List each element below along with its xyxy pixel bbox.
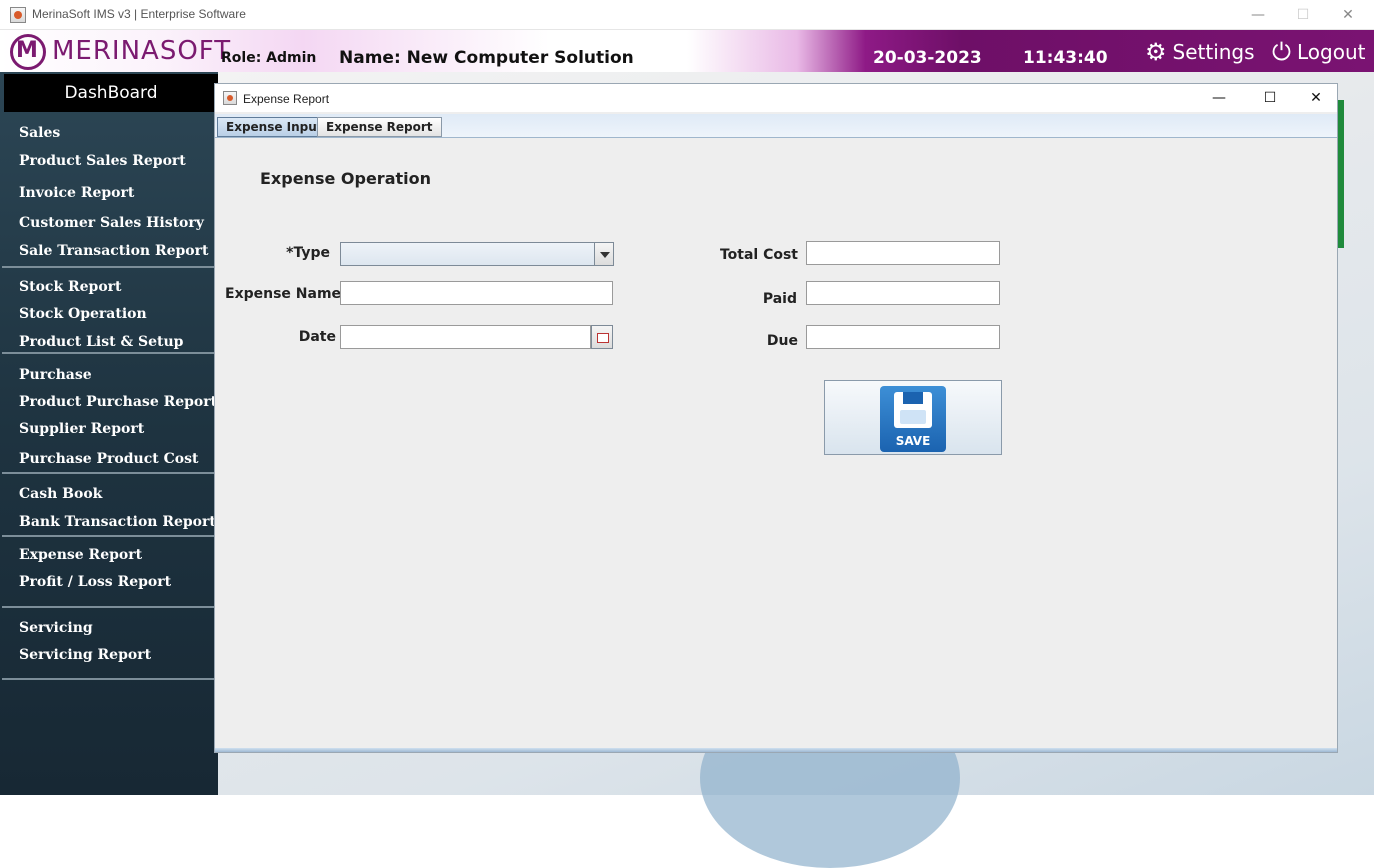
sidebar-divider	[2, 535, 214, 537]
close-button[interactable]: ✕	[1337, 4, 1359, 26]
window-titlebar: MerinaSoft IMS v3 | Enterprise Software …	[0, 0, 1374, 30]
paid-input[interactable]	[806, 281, 1000, 305]
sidebar-item-cash-book[interactable]: Cash Book	[19, 486, 102, 502]
sidebar-divider	[2, 678, 214, 680]
floppy-disk-icon: SAVE	[880, 386, 946, 452]
window-title: MerinaSoft IMS v3 | Enterprise Software	[32, 7, 246, 21]
app-header: MERINASOFT Role: Admin Name: New Compute…	[0, 30, 1374, 72]
due-input[interactable]	[806, 325, 1000, 349]
sidebar-item-sale-transaction-report[interactable]: Sale Transaction Report	[19, 243, 208, 259]
brand-name: MERINASOFT	[52, 36, 232, 66]
sidebar: DashBoard Sales Product Sales Report Inv…	[0, 72, 218, 795]
chevron-down-icon[interactable]	[594, 243, 613, 265]
tab-bar: Expense Input Expense Report	[215, 114, 1337, 138]
sidebar-divider	[2, 266, 214, 268]
sidebar-item-supplier-report[interactable]: Supplier Report	[19, 421, 144, 437]
type-select[interactable]	[340, 242, 614, 266]
sidebar-item-bank-transaction-report[interactable]: Bank Transaction Report	[19, 514, 216, 530]
sidebar-item-product-list-setup[interactable]: Product List & Setup	[19, 334, 183, 350]
date-label: Date	[298, 329, 336, 345]
app-icon	[10, 7, 26, 23]
user-name: Name: New Computer Solution	[339, 48, 634, 68]
gear-icon: ⚙	[1145, 38, 1167, 66]
sidebar-item-profit-loss-report[interactable]: Profit / Loss Report	[19, 574, 171, 590]
expense-report-titlebar: Expense Report — ☐ ✕	[215, 84, 1337, 112]
sidebar-item-invoice-report[interactable]: Invoice Report	[19, 185, 134, 201]
total-cost-input[interactable]	[806, 241, 1000, 265]
settings-label: Settings	[1172, 40, 1255, 64]
sidebar-item-sales[interactable]: Sales	[19, 125, 60, 141]
expense-report-title: Expense Report	[243, 92, 330, 106]
user-role: Role: Admin	[221, 50, 317, 66]
sidebar-item-stock-report[interactable]: Stock Report	[19, 279, 122, 295]
section-title: Expense Operation	[260, 169, 431, 188]
sidebar-item-product-purchase-report[interactable]: Product Purchase Report	[19, 394, 217, 410]
current-time: 11:43:40	[1023, 48, 1108, 68]
sidebar-item-expense-report[interactable]: Expense Report	[19, 547, 142, 563]
logout-button[interactable]: ⏻ Logout	[1272, 38, 1365, 66]
settings-button[interactable]: ⚙ Settings	[1145, 38, 1255, 66]
dialog-maximize-button[interactable]: ☐	[1258, 87, 1282, 109]
expense-name-input[interactable]	[340, 281, 613, 305]
save-button[interactable]: SAVE	[824, 380, 1002, 455]
sidebar-item-product-sales-report[interactable]: Product Sales Report	[19, 153, 186, 169]
expense-report-window: Expense Report — ☐ ✕ Expense Input Expen…	[214, 83, 1338, 753]
brand-logo-icon	[10, 34, 46, 70]
frame-bottom-border	[215, 748, 1337, 752]
sidebar-item-servicing-report[interactable]: Servicing Report	[19, 647, 151, 663]
dialog-minimize-button[interactable]: —	[1207, 87, 1231, 109]
total-cost-label: Total Cost	[719, 247, 798, 263]
sidebar-divider	[2, 606, 214, 608]
power-icon: ⏻	[1272, 38, 1291, 66]
app-icon	[223, 91, 237, 105]
logout-label: Logout	[1296, 40, 1366, 64]
expense-name-label: Expense Name	[225, 286, 342, 302]
minimize-button[interactable]: —	[1247, 4, 1269, 26]
paid-label: Paid	[762, 291, 797, 307]
current-date: 20-03-2023	[873, 48, 982, 68]
date-input[interactable]	[340, 325, 591, 349]
sidebar-item-purchase-product-cost[interactable]: Purchase Product Cost	[19, 451, 198, 467]
sidebar-item-customer-sales-history[interactable]: Customer Sales History	[19, 215, 204, 231]
type-label: *Type	[286, 245, 330, 261]
tab-expense-input[interactable]: Expense Input	[217, 117, 332, 137]
sidebar-divider	[2, 352, 214, 354]
sidebar-item-stock-operation[interactable]: Stock Operation	[19, 306, 147, 322]
save-label: SAVE	[895, 434, 931, 448]
dialog-close-button[interactable]: ✕	[1304, 87, 1328, 109]
due-label: Due	[766, 333, 798, 349]
sidebar-divider	[2, 472, 214, 474]
sidebar-item-purchase[interactable]: Purchase	[19, 367, 92, 383]
tab-expense-report[interactable]: Expense Report	[317, 117, 442, 137]
dashboard-button[interactable]: DashBoard	[4, 74, 218, 112]
calendar-icon[interactable]	[591, 325, 613, 349]
maximize-button[interactable]: ☐	[1292, 4, 1314, 26]
sidebar-item-servicing[interactable]: Servicing	[19, 620, 93, 636]
